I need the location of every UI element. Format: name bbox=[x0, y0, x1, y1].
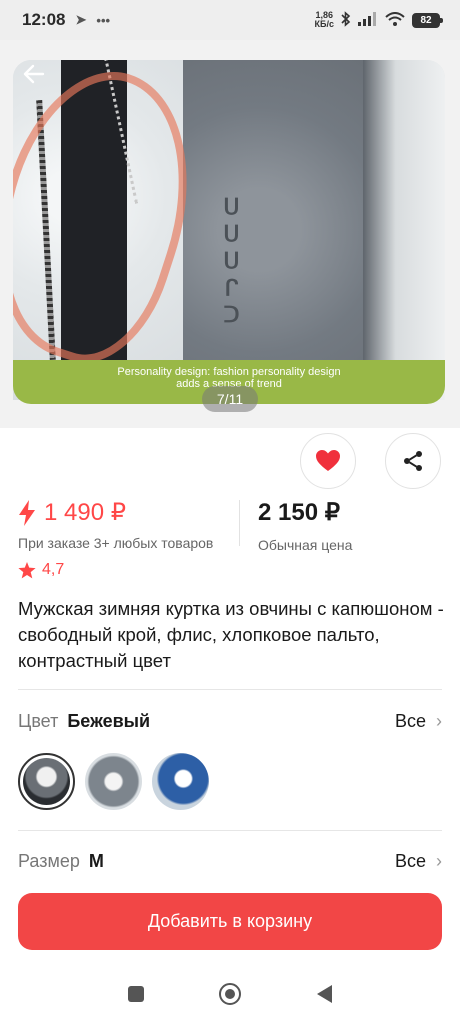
color-label: Цвет bbox=[18, 711, 59, 731]
size-value: M bbox=[88, 851, 104, 871]
network-speed-unit: КБ/с bbox=[314, 19, 334, 29]
color-option-row[interactable]: Цвет Бежевый Все › bbox=[18, 711, 442, 732]
size-label: Размер bbox=[18, 851, 80, 871]
size-option-label-group: Размер M bbox=[18, 851, 104, 872]
size-all-label: Все bbox=[394, 851, 426, 871]
heart-icon bbox=[316, 450, 340, 471]
wifi-icon bbox=[385, 11, 405, 29]
color-swatches bbox=[18, 753, 209, 810]
photo-fleece-right bbox=[363, 60, 445, 400]
status-left: 12:08 ➤ ••• bbox=[22, 10, 110, 30]
battery-indicator: 82 bbox=[412, 12, 443, 28]
size-all-link[interactable]: Все › bbox=[395, 851, 442, 872]
recents-icon[interactable] bbox=[127, 986, 144, 1002]
color-swatch[interactable] bbox=[152, 753, 209, 810]
color-value: Бежевый bbox=[67, 711, 151, 731]
swatch-image bbox=[23, 758, 70, 805]
share-button[interactable] bbox=[385, 433, 441, 489]
more-notifications-icon: ••• bbox=[96, 12, 111, 28]
home-icon[interactable] bbox=[219, 983, 242, 1005]
color-swatch[interactable] bbox=[18, 753, 75, 810]
product-gallery[interactable]: ᑕᒍᑎᑎᑎ Personality design: fashion person… bbox=[0, 40, 460, 428]
photo-embossed-logo: ᑕᒍᑎᑎᑎ bbox=[218, 190, 243, 325]
bluetooth-icon bbox=[341, 10, 351, 30]
back-icon[interactable] bbox=[317, 985, 333, 1003]
promo-price-row: 1 490 ₽ bbox=[18, 498, 238, 527]
color-option-label-group: Цвет Бежевый bbox=[18, 711, 150, 732]
promo-note: При заказе 3+ любых товаров bbox=[18, 535, 214, 551]
product-photo[interactable]: ᑕᒍᑎᑎᑎ bbox=[13, 60, 445, 400]
product-title: Мужская зимняя куртка из овчины с капюшо… bbox=[18, 598, 444, 671]
regular-price: 2 150 ₽ bbox=[258, 499, 340, 526]
divider bbox=[18, 689, 442, 690]
status-right: 1,86 КБ/с 82 bbox=[315, 10, 443, 30]
color-all-label: Все bbox=[394, 711, 426, 731]
chevron-right-icon: › bbox=[436, 711, 442, 731]
telegram-icon: ➤ bbox=[75, 12, 87, 27]
status-time: 12:08 bbox=[22, 10, 66, 29]
regular-price-note: Обычная цена bbox=[258, 537, 353, 553]
lightning-icon bbox=[19, 499, 35, 526]
promo-price-block: 1 490 ₽ При заказе 3+ любых товаров bbox=[18, 498, 238, 551]
chevron-right-icon: › bbox=[436, 851, 442, 871]
arrow-left-icon bbox=[23, 64, 45, 84]
favorite-button[interactable] bbox=[300, 433, 356, 489]
price-divider bbox=[239, 500, 240, 546]
status-bar: 12:08 ➤ ••• 1,86 КБ/с 82 bbox=[0, 0, 460, 40]
regular-price-section: 2 150 ₽ Обычная цена bbox=[258, 498, 352, 553]
promo-price: 1 490 ₽ bbox=[44, 499, 126, 526]
rating-value: 4,7 bbox=[42, 561, 65, 578]
product-rating[interactable]: 4,7 bbox=[18, 561, 64, 579]
color-all-link[interactable]: Все › bbox=[395, 711, 442, 732]
divider bbox=[18, 830, 442, 831]
gallery-counter: 7/11 bbox=[202, 386, 258, 412]
system-nav-bar bbox=[0, 964, 460, 1024]
back-button[interactable] bbox=[18, 58, 50, 90]
color-swatch[interactable] bbox=[85, 753, 142, 810]
star-icon bbox=[18, 561, 36, 578]
promo-price-section: 1 490 ₽ При заказе 3+ любых товаров bbox=[18, 498, 238, 551]
size-option-row[interactable]: Размер M Все › bbox=[18, 851, 442, 872]
network-speed: 1,86 КБ/с bbox=[315, 11, 334, 29]
photo-fleece-grey bbox=[183, 60, 373, 400]
signal-icon bbox=[358, 11, 378, 29]
banner-line-1: Personality design: fashion personality … bbox=[117, 366, 341, 378]
share-icon bbox=[404, 451, 422, 471]
add-to-cart-button[interactable]: Добавить в корзину bbox=[18, 893, 442, 950]
